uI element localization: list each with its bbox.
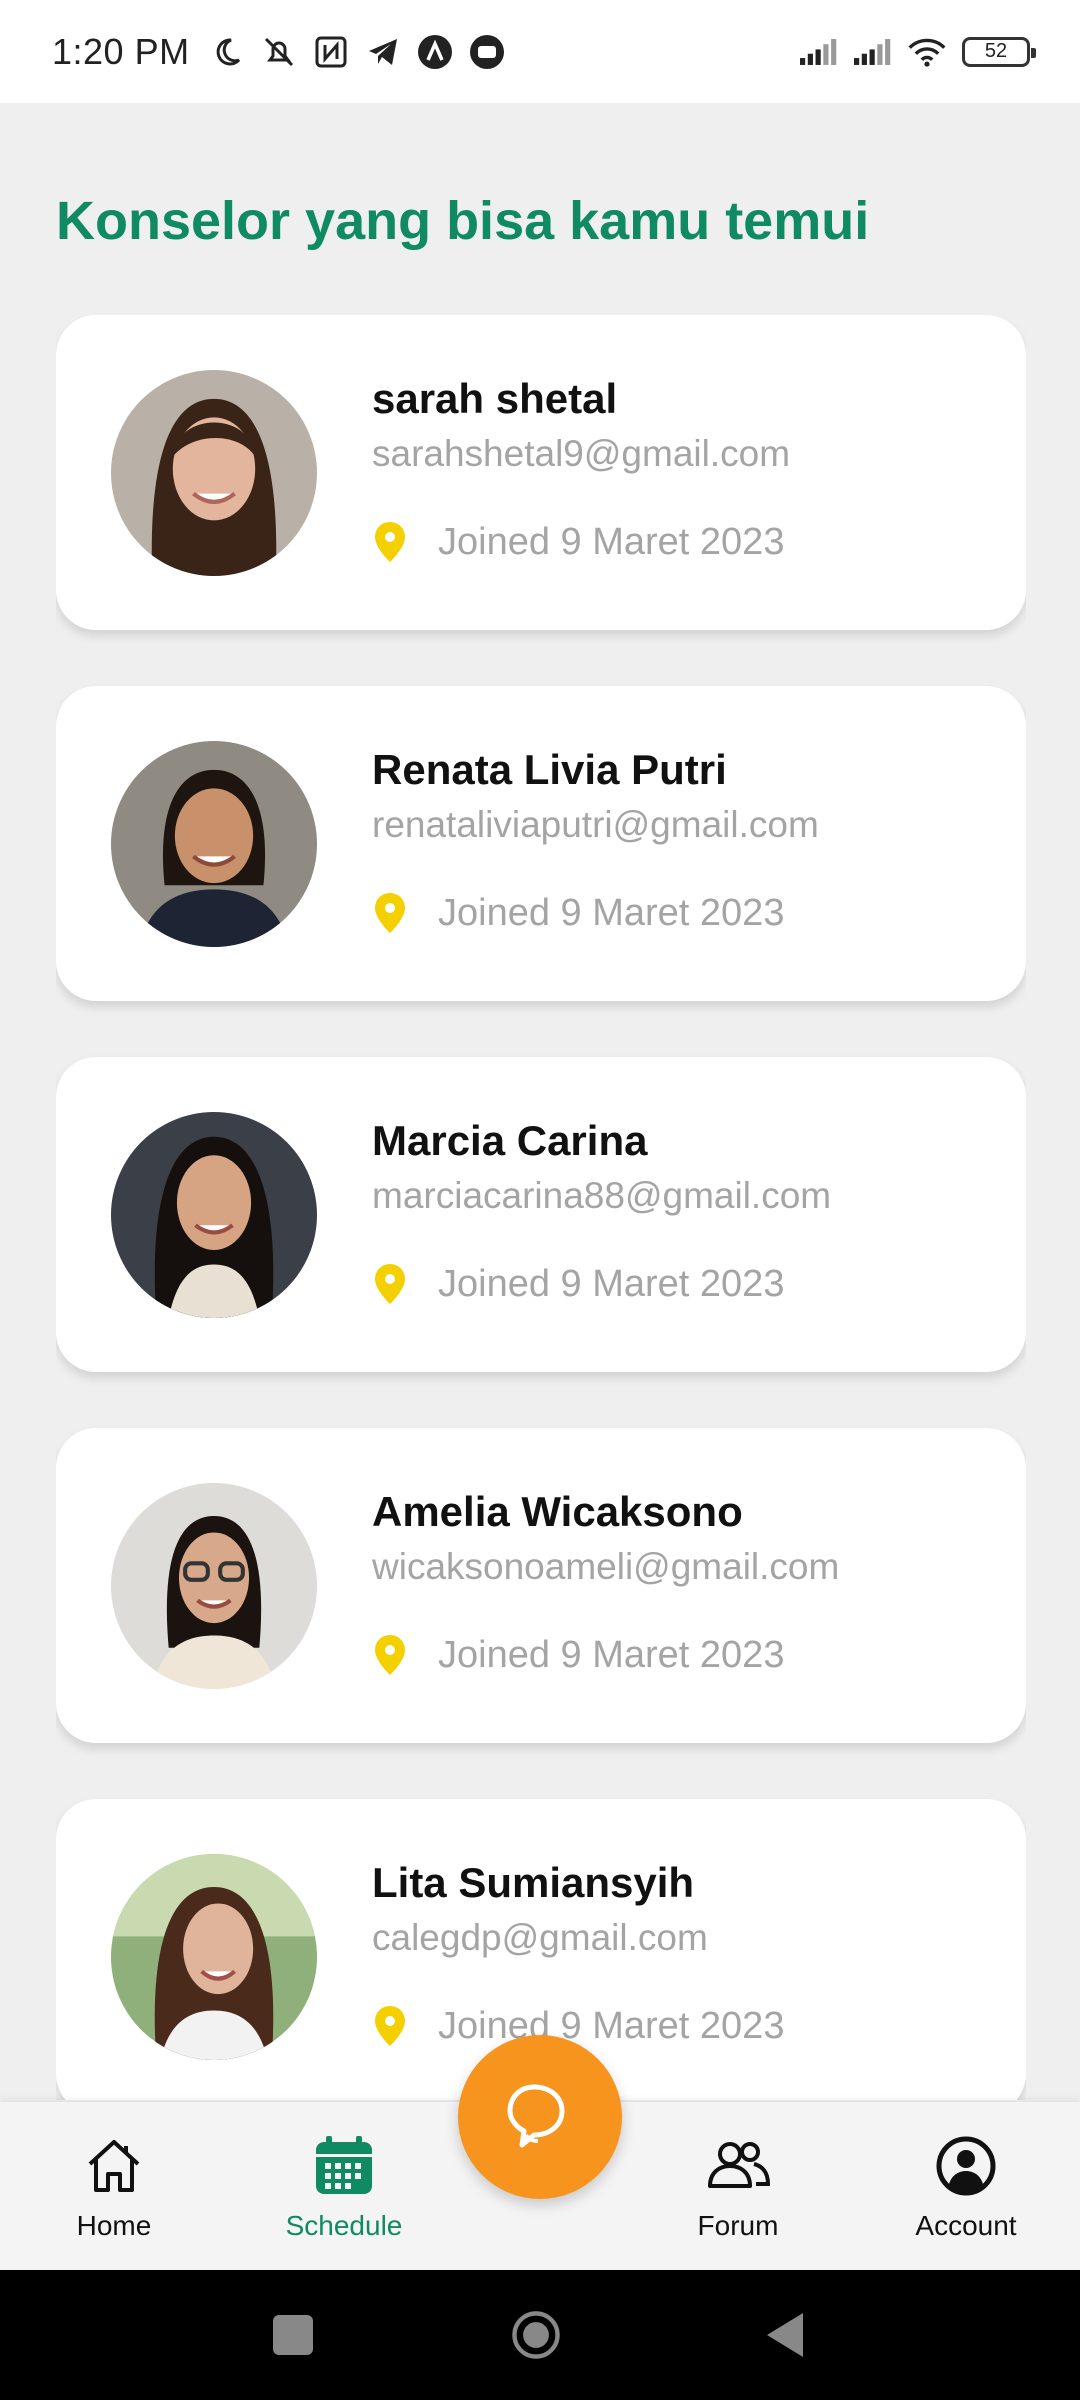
counselor-email: calegdp@gmail.com bbox=[372, 1917, 708, 1958]
telegram-icon bbox=[364, 33, 402, 71]
system-navigation-bar bbox=[0, 2270, 1080, 2400]
location-pin-icon bbox=[372, 520, 408, 564]
joined-row: Joined 9 Maret 2023 bbox=[372, 1633, 784, 1677]
counselor-card[interactable]: Renata Livia Putri renataliviaputri@gmai… bbox=[56, 686, 1026, 1001]
nav-forum[interactable]: Forum bbox=[648, 2132, 828, 2242]
counselor-email: sarahshetal9@gmail.com bbox=[372, 433, 791, 474]
app-a-icon bbox=[416, 33, 454, 71]
counselor-card[interactable]: Marcia Carina marciacarina88@gmail.com J… bbox=[56, 1057, 1026, 1372]
counselor-email: renataliviaputri@gmail.com bbox=[372, 804, 819, 845]
nav-schedule[interactable]: Schedule bbox=[254, 2132, 434, 2242]
page-title: Konselor yang bisa kamu temui bbox=[56, 191, 870, 251]
counselor-name: Lita Sumiansyih bbox=[372, 1859, 695, 1906]
account-icon bbox=[932, 2132, 1000, 2200]
counselor-card[interactable]: Amelia Wicaksono wicaksonoameli@gmail.co… bbox=[56, 1428, 1026, 1743]
back-button[interactable] bbox=[760, 2310, 810, 2360]
counselor-name: Amelia Wicaksono bbox=[372, 1488, 743, 1535]
chat-bubble-icon bbox=[468, 33, 506, 71]
nav-forum-label: Forum bbox=[697, 2210, 779, 2241]
users-icon bbox=[704, 2132, 772, 2200]
home-system-button[interactable] bbox=[511, 2310, 561, 2360]
avatar bbox=[111, 1854, 317, 2060]
nav-home[interactable]: Home bbox=[24, 2132, 204, 2242]
joined-date: Joined 9 Maret 2023 bbox=[438, 891, 785, 934]
nav-schedule-label: Schedule bbox=[285, 2210, 403, 2241]
avatar bbox=[111, 1112, 317, 1318]
nfc-icon bbox=[312, 33, 350, 71]
home-icon bbox=[80, 2132, 148, 2200]
counselor-email: wicaksonoameli@gmail.com bbox=[372, 1546, 840, 1587]
joined-date: Joined 9 Maret 2023 bbox=[438, 1262, 785, 1305]
joined-row: Joined 9 Maret 2023 bbox=[372, 2004, 784, 2048]
joined-date: Joined 9 Maret 2023 bbox=[438, 1633, 785, 1676]
chat-fab-button[interactable] bbox=[458, 2035, 622, 2199]
counselor-card[interactable]: sarah shetal sarahshetal9@gmail.com Join… bbox=[56, 315, 1026, 630]
recent-apps-button[interactable] bbox=[268, 2310, 318, 2360]
location-pin-icon bbox=[372, 2004, 408, 2048]
moon-icon bbox=[208, 33, 246, 71]
joined-date: Joined 9 Maret 2023 bbox=[438, 520, 785, 563]
status-time: 1:20 PM bbox=[52, 30, 190, 72]
nav-home-label: Home bbox=[76, 2210, 152, 2241]
location-pin-icon bbox=[372, 1262, 408, 1306]
calendar-icon bbox=[310, 2132, 378, 2200]
joined-row: Joined 9 Maret 2023 bbox=[372, 520, 784, 564]
nav-account-label: Account bbox=[915, 2210, 1017, 2241]
battery-icon: 52 bbox=[962, 36, 1036, 67]
location-pin-icon bbox=[372, 1633, 408, 1677]
wifi-icon bbox=[908, 33, 946, 71]
counselor-email: marciacarina88@gmail.com bbox=[372, 1175, 832, 1216]
location-pin-icon bbox=[372, 891, 408, 935]
counselor-name: Renata Livia Putri bbox=[372, 746, 727, 793]
bell-off-icon bbox=[260, 33, 298, 71]
avatar bbox=[111, 1483, 317, 1689]
counselor-list: sarah shetal sarahshetal9@gmail.com Join… bbox=[56, 315, 1026, 2100]
signal-icon bbox=[854, 33, 892, 71]
counselor-name: Marcia Carina bbox=[372, 1117, 648, 1164]
battery-level: 52 bbox=[984, 40, 1008, 62]
chat-icon bbox=[504, 2081, 576, 2154]
avatar bbox=[111, 370, 317, 576]
signal-icon bbox=[800, 33, 838, 71]
counselor-name: sarah shetal bbox=[372, 375, 618, 422]
avatar bbox=[111, 741, 317, 947]
status-bar: 1:20 PM 52 bbox=[0, 0, 1080, 103]
joined-row: Joined 9 Maret 2023 bbox=[372, 891, 784, 935]
nav-account[interactable]: Account bbox=[876, 2132, 1056, 2242]
joined-date: Joined 9 Maret 2023 bbox=[438, 2004, 785, 2047]
joined-row: Joined 9 Maret 2023 bbox=[372, 1262, 784, 1306]
